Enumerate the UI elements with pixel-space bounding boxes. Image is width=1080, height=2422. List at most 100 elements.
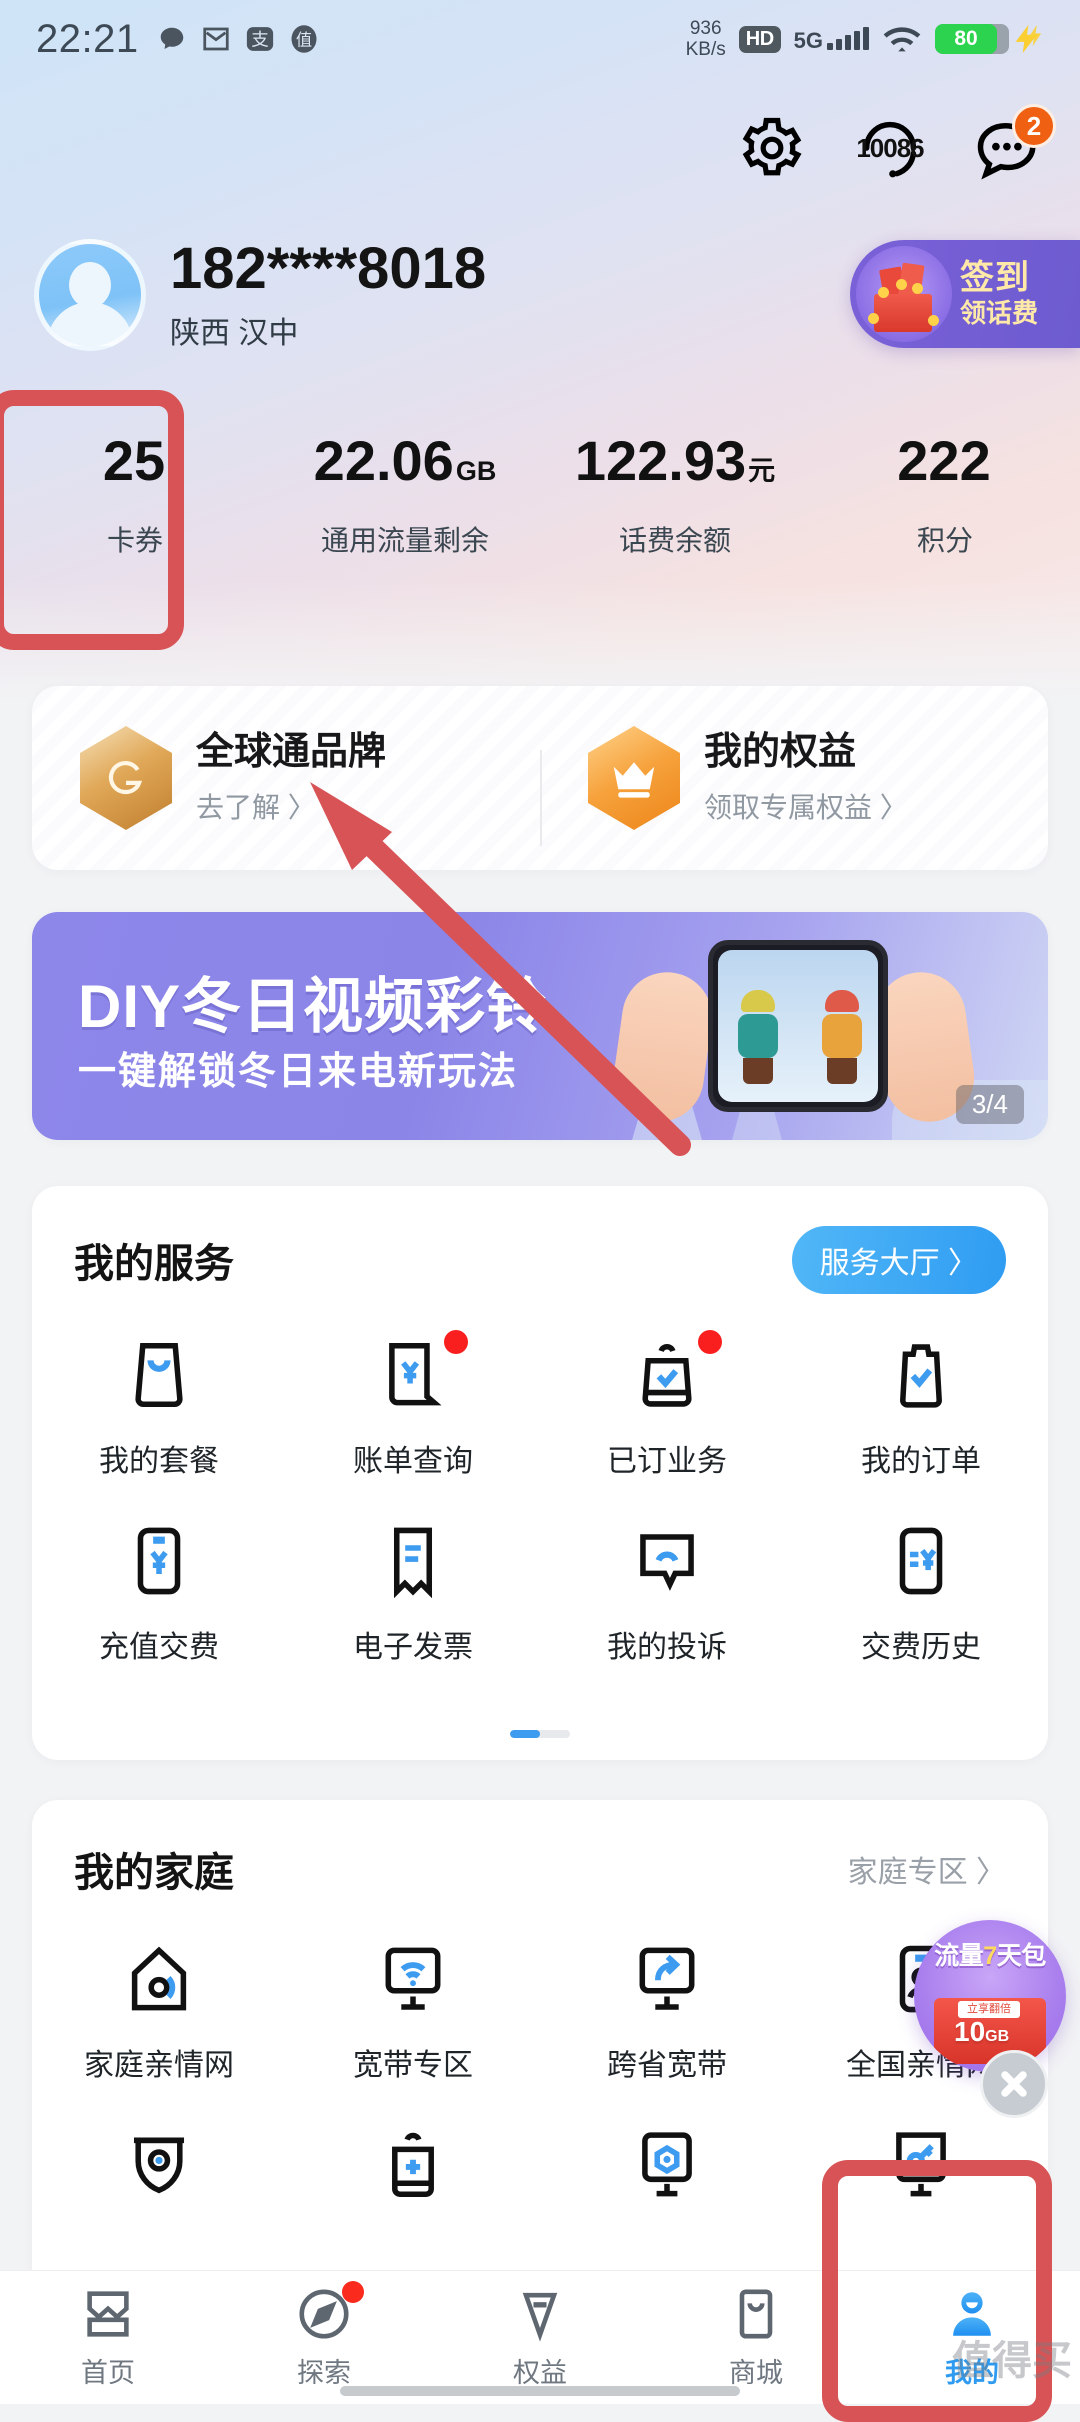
phone-screen [718,950,878,1102]
smart-screen-icon [628,2126,706,2204]
signin-text: 签到 领话费 [960,258,1038,328]
stat-value: 222 [897,429,991,492]
banner-page-indicator: 3/4 [955,1085,1024,1124]
subscribed-check-icon [628,1330,722,1414]
stat-value: 22.06GB [313,429,497,492]
service-label: 交费历史 [861,1631,981,1664]
zhi-icon: 值 [291,25,317,53]
profile-section[interactable]: 182****8018 陕西 汉中 [34,238,486,352]
avatar-body [47,302,133,346]
family-item-cross-province[interactable]: 跨省宽带 [540,1898,794,2084]
camera-shield-icon [120,2126,198,2204]
service-item-my-package[interactable]: 我的套餐 [32,1294,286,1480]
avatar[interactable] [34,239,146,351]
diamond-icon [522,2292,558,2342]
wifi-icon [883,27,921,52]
close-icon [1001,2071,1027,2097]
services-pager[interactable] [510,1730,570,1738]
stat-label: 积分 [916,525,973,556]
float-ad-amount: 10GB [954,2016,1010,2047]
network-type-label: 5G [793,28,823,53]
family-item-add-device[interactable] [286,2084,540,2226]
gear-icon [742,117,802,176]
service-item-complaint[interactable]: 我的投诉 [540,1480,794,1666]
watermark: 值得买 [952,2339,1072,2383]
service-item-subscribed[interactable]: 已订业务 [540,1294,794,1480]
family-item-broadband[interactable]: 宽带专区 [286,1898,540,2084]
close-ad-button[interactable] [980,2050,1048,2118]
cross-province-broadband-icon [628,1940,706,2018]
crown-hex-icon [588,726,680,830]
nav-label: 首页 [81,2358,135,2388]
kid-left-illustration [736,990,780,1084]
mail-icon [202,27,229,51]
nav-label: 探索 [297,2358,351,2388]
network-speed-value: 936 [689,18,722,39]
brand-item-rights[interactable]: 我的权益 领取专属权益 〉 [540,726,1048,846]
family-item-camera[interactable] [32,2084,286,2226]
family-label: 跨省宽带 [607,2049,727,2082]
family-grid: 家庭亲情网 宽带专区 跨省宽带 全国亲情网 [32,1898,1048,2226]
home-indicator [340,2386,740,2396]
hd-icon: HD [738,25,781,53]
service-item-bill-query[interactable]: 账单查询 [286,1294,540,1480]
service-item-my-orders[interactable]: 我的订单 [794,1294,1048,1480]
battery-level: 80 [935,24,1004,54]
stat-label: 通用流量剩余 [320,525,489,556]
service-label: 我的套餐 [99,1445,219,1478]
region-label: 陕西 汉中 [170,317,299,350]
nav-item-explore[interactable]: 探索 [216,2281,432,2390]
signin-button[interactable]: 签到 领话费 [850,240,1080,348]
hotline-button[interactable]: 10086 [852,110,928,186]
services-grid: 我的套餐 账单查询 已订业务 我的订单 充值交费 电子发票 我的投诉 交费历史 [32,1294,1048,1666]
services-title: 我的服务 [74,1242,234,1286]
brand-item-gotone[interactable]: 全球通品牌 去了解 〉 [32,726,540,830]
gift-box-icon [856,246,952,342]
brand-title: 全球通品牌 [196,731,387,773]
promo-banner[interactable]: DIY冬日视频彩铃 一键解锁冬日来电新玩法 3/4 [32,912,1048,1140]
home-network-icon [120,1940,198,2018]
messages-button[interactable]: 2 [970,104,1056,186]
service-item-payment-history[interactable]: 交费历史 [794,1480,1048,1666]
family-item-home-network[interactable]: 家庭亲情网 [32,1898,286,2084]
nav-item-rights[interactable]: 权益 [432,2285,648,2390]
charging-bolt-icon [1015,24,1042,54]
store-icon [739,2289,773,2339]
header-actions: 10086 2 [734,104,1056,186]
network-speed-unit: KB/s [685,39,726,60]
phone-number: 182****8018 [170,236,487,301]
invoice-icon [374,1522,452,1600]
hotline-label: 10086 [856,132,924,163]
service-item-invoice[interactable]: 电子发票 [286,1480,540,1666]
payment-history-icon [882,1522,960,1600]
nav-item-home[interactable]: 首页 [0,2285,216,2390]
floating-ad[interactable]: 流量7天包 立享翻倍 10GB [914,1920,1066,2072]
phone-illustration [708,940,888,1112]
nav-label: 商城 [729,2358,783,2388]
stat-points[interactable]: 222 积分 [810,400,1080,590]
stat-data[interactable]: 22.06GB 通用流量剩余 [270,400,540,590]
family-item-smart-screen[interactable] [540,2084,794,2226]
service-label: 账单查询 [353,1445,473,1478]
status-bar-system-icons: 936 KB/s HD 5G 80 [686,18,1044,60]
account-stats: 25 卡券 22.06GB 通用流量剩余 122.93元 话费余额 222 积分 [0,400,1080,590]
svg-text:支: 支 [251,30,269,50]
service-item-recharge[interactable]: 充值交费 [32,1480,286,1666]
package-icon [120,1336,198,1414]
stat-coupons[interactable]: 25 卡券 [0,400,270,590]
stat-balance[interactable]: 122.93元 话费余额 [540,400,810,590]
network-speed: 936 KB/s [686,18,726,60]
family-zone-link[interactable]: 家庭专区 〉 [848,1847,1006,1891]
settings-button[interactable] [734,110,810,186]
signal-strength-icon: 5G [793,27,869,53]
service-hall-button[interactable]: 服务大厅 〉 [791,1226,1006,1294]
battery-icon: 80 [935,24,1009,54]
bill-yuan-icon [374,1330,468,1414]
service-label: 充值交费 [99,1631,219,1664]
banner-title: DIY冬日视频彩铃 [78,973,548,1040]
clipboard-check-icon [882,1336,960,1414]
nav-item-store[interactable]: 商城 [648,2285,864,2390]
signin-title: 签到 [960,258,1030,297]
brand-subtitle: 领取专属权益 〉 [704,792,908,823]
stat-label: 话费余额 [618,525,731,556]
